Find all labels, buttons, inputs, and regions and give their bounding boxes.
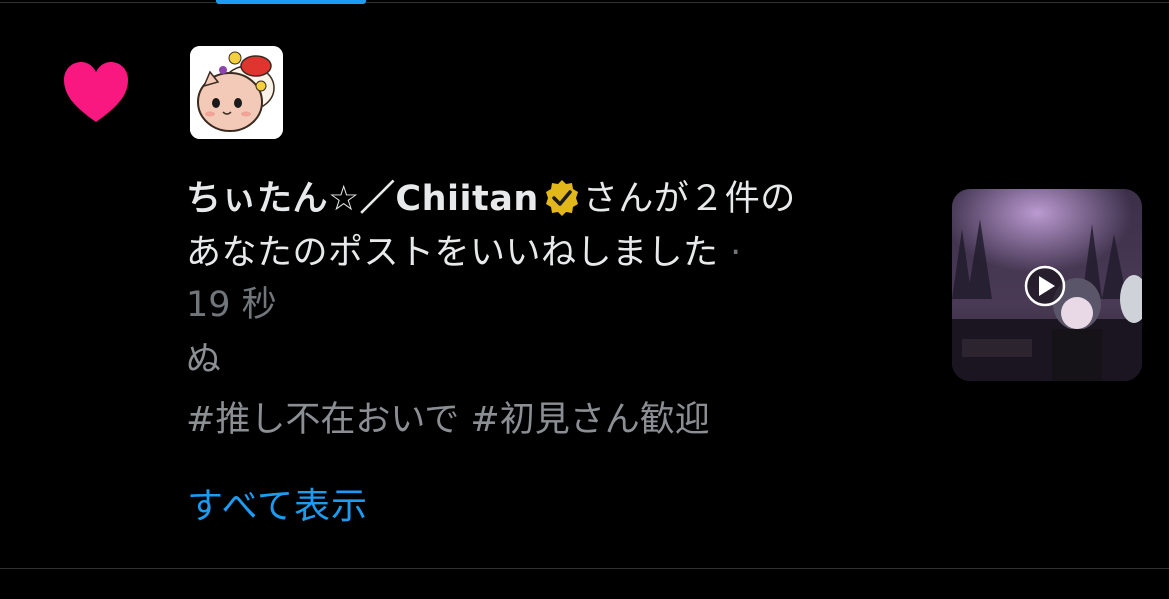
cat-avatar-icon[interactable] xyxy=(190,46,283,139)
post-thumbnail[interactable] xyxy=(952,189,1142,381)
user-name[interactable]: ちぃたん☆／Chiitan xyxy=(186,179,539,219)
separator-dot: · xyxy=(730,233,742,273)
action-line1: さんが２件の xyxy=(582,179,796,219)
timestamp: 19 秒 xyxy=(186,285,277,325)
post-text: ぬ xyxy=(186,340,222,380)
post-hashtags[interactable]: #推し不在おいで #初見さん歓迎 xyxy=(186,390,926,450)
heart-icon xyxy=(64,62,128,122)
show-all-link[interactable]: すべて表示 xyxy=(187,480,368,534)
verified-badge-icon xyxy=(545,180,578,216)
active-tab-indicator xyxy=(216,0,366,4)
notification-body[interactable]: ちぃたん☆／Chiitan さんが２件の あなたのポストをいいねしました · 1… xyxy=(186,172,926,450)
notification-headline: ちぃたん☆／Chiitan さんが２件の あなたのポストをいいねしました · xyxy=(186,172,926,280)
action-line2: あなたのポストをいいねしました xyxy=(186,233,719,273)
bottom-divider xyxy=(0,568,1169,569)
top-divider xyxy=(0,2,1169,3)
